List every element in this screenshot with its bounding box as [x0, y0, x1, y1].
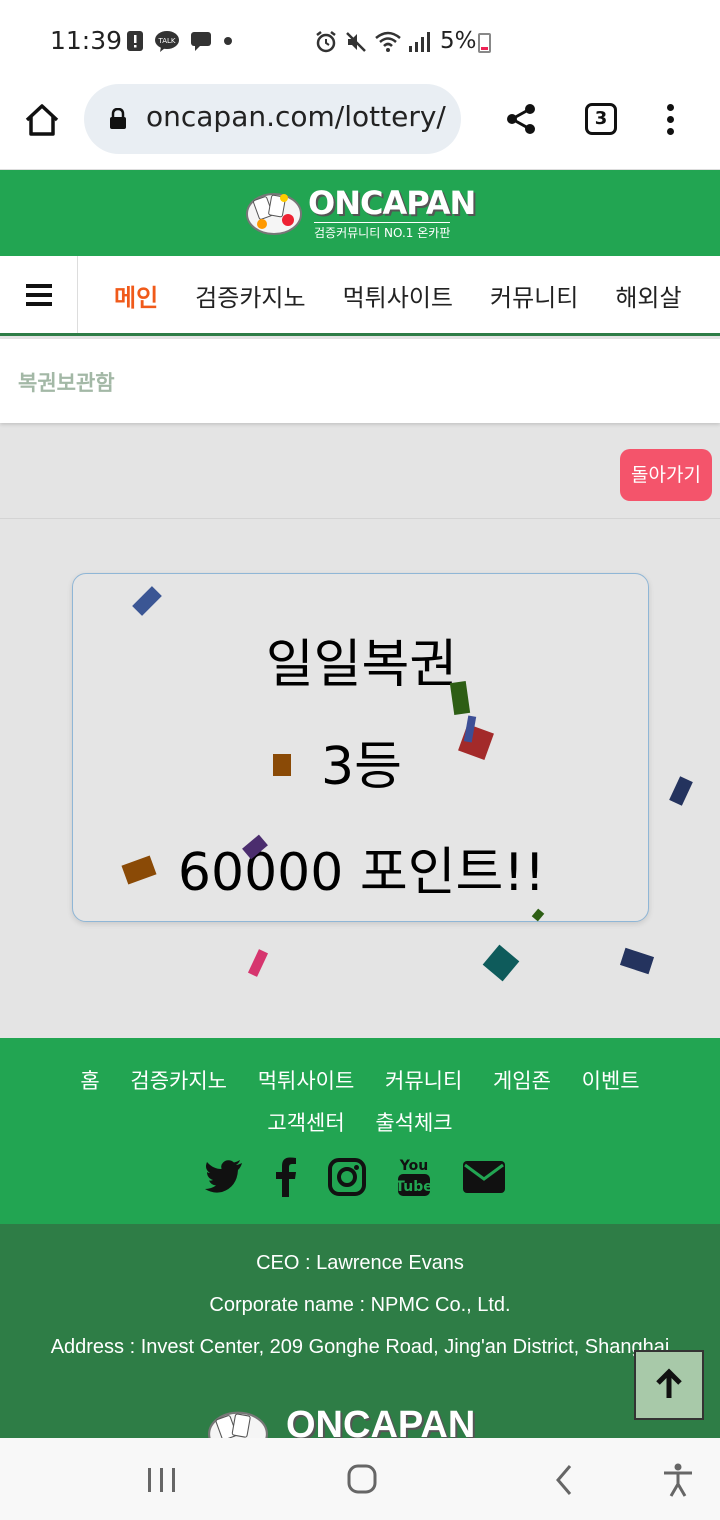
confetti-piece	[619, 947, 655, 975]
browser-toolbar: oncapan.com/lottery/ 3	[0, 84, 720, 170]
notification-icons: TALK	[126, 30, 234, 52]
lottery-points: 60000 포인트!!	[177, 843, 546, 903]
more-menu-icon[interactable]	[660, 102, 680, 138]
svg-text:TALK: TALK	[157, 37, 175, 45]
recent-apps-icon[interactable]	[142, 1462, 182, 1498]
dot-icon	[224, 37, 232, 45]
home-nav-icon[interactable]	[342, 1462, 382, 1498]
back-button[interactable]: 돌아가기	[620, 449, 712, 501]
alert-icon	[127, 31, 143, 51]
site-logo[interactable]: ONCAPAN 검증커뮤니티 NO.1 온카판	[244, 184, 476, 240]
nav-item-scam-sites[interactable]: 먹튀사이트	[343, 278, 453, 313]
hamburger-menu-icon[interactable]	[0, 256, 78, 333]
signal-icon	[409, 32, 430, 52]
instagram-icon[interactable]	[328, 1158, 366, 1196]
footer-logo-text: ONCAPAN	[286, 1404, 476, 1442]
logo-text: ONCAPAN	[308, 184, 476, 222]
scroll-to-top-button[interactable]	[634, 1350, 704, 1420]
status-bar: 11:39 TALK 5%	[0, 0, 720, 84]
footer-corporate-name: Corporate name : NPMC Co., Ltd.	[209, 1294, 511, 1316]
youtube-icon[interactable]: You Tube	[396, 1156, 432, 1198]
confetti-piece	[273, 754, 291, 776]
url-text[interactable]: oncapan.com/lottery/	[146, 100, 451, 133]
accessibility-icon[interactable]	[658, 1462, 698, 1498]
lottery-title: 일일복권	[265, 635, 458, 695]
logo-emblem-icon	[246, 193, 302, 235]
footer-link-customer-center[interactable]: 고객센터	[267, 1111, 344, 1135]
footer-link-home[interactable]: 홈	[80, 1069, 99, 1093]
nav-item-community[interactable]: 커뮤니티	[490, 278, 578, 313]
chat-icon	[191, 32, 211, 51]
share-icon[interactable]	[504, 102, 538, 136]
mute-icon	[346, 32, 366, 52]
lock-icon	[110, 108, 126, 129]
email-icon[interactable]	[462, 1160, 506, 1194]
wifi-icon	[375, 31, 401, 52]
breadcrumb-bar: 복권보관함	[0, 339, 720, 423]
logo-subtext: 검증커뮤니티 NO.1 온카판	[314, 222, 451, 241]
nav-item-main[interactable]: 메인	[114, 278, 158, 313]
footer-link-game-zone[interactable]: 게임존	[493, 1069, 551, 1093]
talk-icon: TALK	[155, 31, 179, 52]
footer-nav: 홈 검증카지노 먹튀사이트 커뮤니티 게임존 이벤트 고객센터 출석체크 You…	[0, 1038, 720, 1224]
footer-link-event[interactable]: 이벤트	[582, 1069, 640, 1093]
nav-items: 메인 검증카지노 먹튀사이트 커뮤니티 해외살	[114, 278, 719, 313]
status-time: 11:39	[50, 26, 123, 55]
footer-logo: ONCAPAN	[200, 1402, 520, 1442]
footer-link-scam-sites[interactable]: 먹튀사이트	[258, 1069, 355, 1093]
breadcrumb[interactable]: 복권보관함	[18, 367, 115, 397]
footer-link-community[interactable]: 커뮤니티	[385, 1069, 462, 1093]
footer-links: 홈 검증카지노 먹튀사이트 커뮤니티 게임존 이벤트 고객센터 출석체크	[0, 1060, 720, 1144]
lottery-rank: 3등	[321, 737, 402, 797]
nav-item-verified-casino[interactable]: 검증카지노	[195, 278, 305, 313]
tab-switcher-button[interactable]: 3	[585, 103, 617, 135]
main-nav: 메인 검증카지노 먹튀사이트 커뮤니티 해외살	[0, 256, 720, 336]
footer-info: CEO : Lawrence Evans Corporate name : NP…	[0, 1224, 720, 1442]
battery-percent: 5%	[440, 28, 477, 54]
lottery-result-card: 일일복권 3등 60000 포인트!!	[72, 573, 649, 922]
svg-text:Tube: Tube	[396, 1179, 432, 1195]
action-row: 돌아가기	[0, 423, 720, 519]
home-icon[interactable]	[22, 100, 62, 140]
nav-item-overseas[interactable]: 해외살	[615, 278, 681, 313]
footer-ceo: CEO : Lawrence Evans	[256, 1252, 464, 1274]
back-nav-icon[interactable]	[544, 1462, 584, 1498]
confetti-piece	[482, 944, 520, 982]
facebook-icon[interactable]	[274, 1157, 298, 1197]
social-links: You Tube	[204, 1156, 506, 1198]
confetti-piece	[247, 949, 269, 977]
site-header: ONCAPAN 검증커뮤니티 NO.1 온카판	[0, 170, 720, 256]
twitter-icon[interactable]	[204, 1159, 244, 1195]
svg-text:You: You	[399, 1158, 428, 1174]
address-bar[interactable]: oncapan.com/lottery/	[84, 84, 461, 154]
system-icons	[314, 30, 430, 54]
confetti-piece	[669, 776, 693, 806]
footer-link-verified-casino[interactable]: 검증카지노	[130, 1069, 227, 1093]
alarm-icon	[316, 31, 336, 53]
system-navigation-bar	[0, 1438, 720, 1520]
battery-icon	[478, 33, 491, 53]
footer-address: Address : Invest Center, 209 Gonghe Road…	[50, 1336, 670, 1358]
logo-emblem-icon	[208, 1411, 268, 1442]
arrow-up-icon	[656, 1368, 682, 1398]
footer-link-attendance[interactable]: 출석체크	[375, 1111, 452, 1135]
